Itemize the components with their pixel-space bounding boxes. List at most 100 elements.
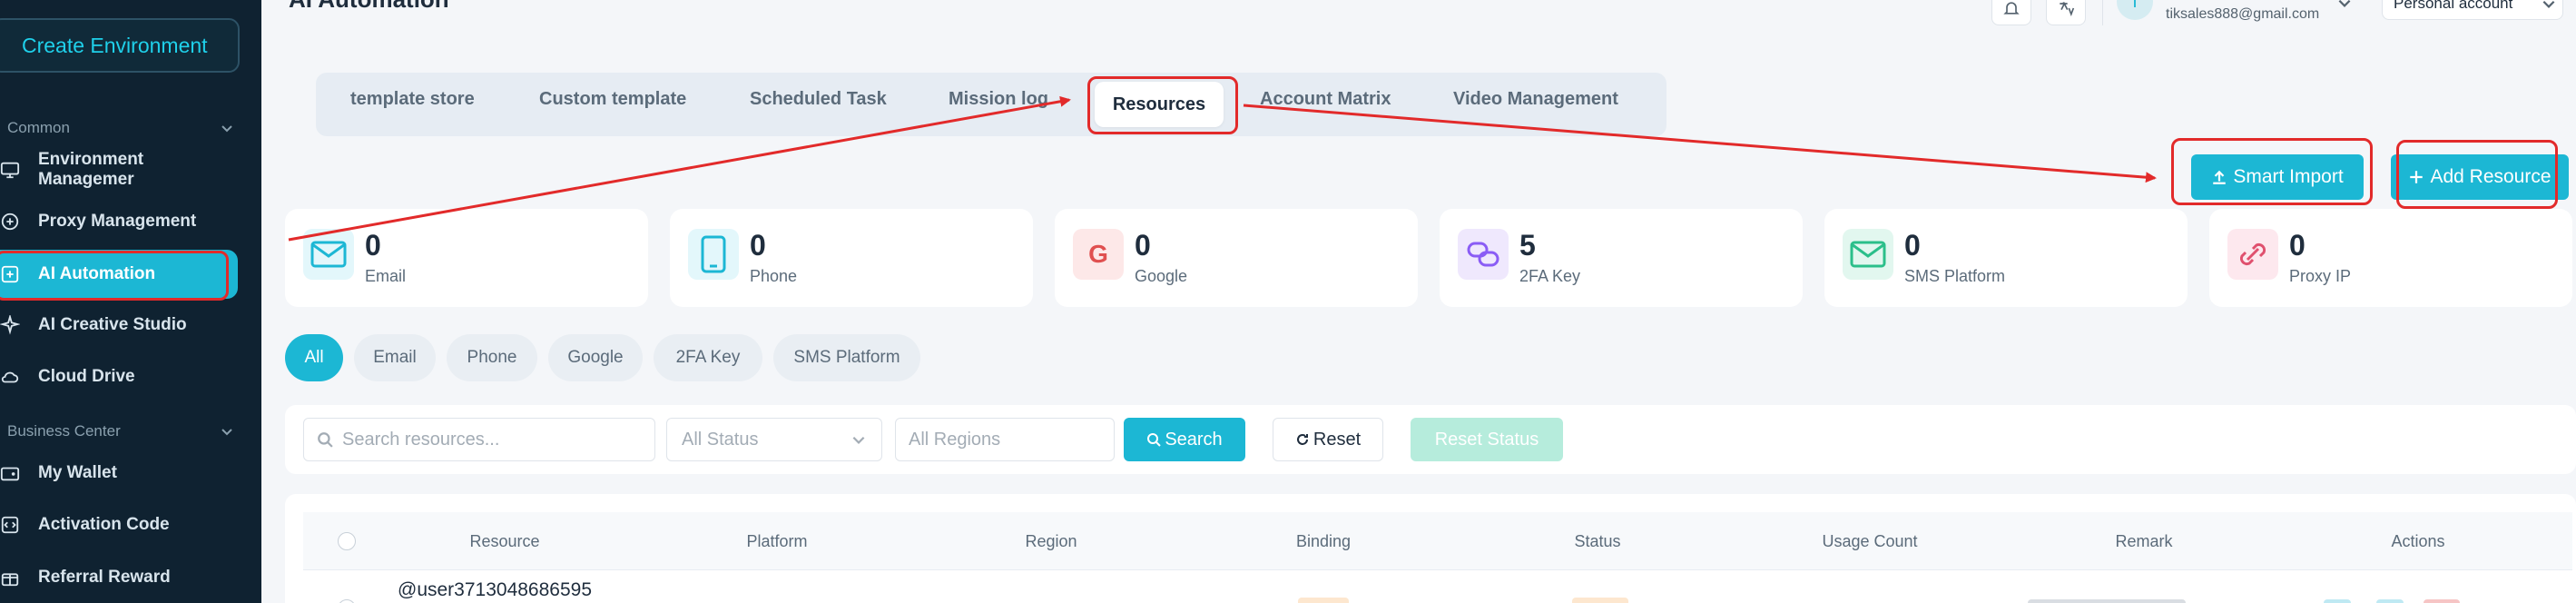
link-icon [1458, 229, 1509, 280]
annotation-box [0, 251, 229, 301]
status-select-value: All Status [682, 429, 759, 450]
row-checkbox[interactable] [338, 599, 356, 603]
sidebar-item-referral-reward[interactable]: Referral Reward [0, 553, 238, 602]
region-placeholder: All Regions [909, 429, 1001, 450]
stat-card-email[interactable]: 0 Email [285, 209, 648, 307]
tab-account-matrix[interactable]: Account Matrix [1260, 89, 1391, 110]
column-header[interactable]: Region [1025, 532, 1077, 551]
section-common[interactable]: Common [7, 114, 234, 142]
reset-button-label: Reset [1313, 429, 1362, 450]
sidebar-item-cloud-drive[interactable]: Cloud Drive [0, 352, 238, 401]
stat-label: Email [365, 267, 407, 285]
mail-icon [303, 229, 354, 280]
filter-pill-sms-platform[interactable]: SMS Platform [773, 334, 920, 381]
stat-card-2fa-key[interactable]: 5 2FA Key [1440, 209, 1803, 307]
search-placeholder: Search resources... [342, 429, 500, 450]
tab-video-management[interactable]: Video Management [1453, 89, 1618, 110]
proxy-ip-icon [2227, 229, 2278, 280]
column-header[interactable]: Status [1574, 532, 1620, 551]
binding-badge [1298, 598, 1349, 603]
reset-status-button[interactable]: Reset Status [1411, 418, 1563, 461]
create-environment-button[interactable]: Create Environment [0, 18, 240, 73]
search-input[interactable]: Search resources... [303, 418, 655, 461]
monitor-icon [0, 162, 20, 179]
sms-icon [1843, 229, 1893, 280]
stat-label: SMS Platform [1904, 267, 2006, 285]
filter-pill-phone[interactable]: Phone [447, 334, 537, 381]
sidebar-item-ai-creative-studio[interactable]: AI Creative Studio [0, 301, 238, 350]
column-header[interactable]: Actions [2391, 532, 2444, 551]
language-icon [2060, 2, 2075, 17]
google-icon: G [1073, 229, 1124, 280]
chevron-down-icon [221, 125, 232, 133]
sidebar-item-proxy[interactable]: Proxy Management [0, 197, 238, 246]
filter-pill-2fa-key[interactable]: 2FA Key [654, 334, 762, 381]
view-action[interactable] [2324, 599, 2351, 603]
filter-pill-email[interactable]: Email [354, 334, 436, 381]
sidebar-item-activation-code[interactable]: Activation Code [0, 500, 238, 549]
sidebar: Create Environment Common Environment Ma… [0, 0, 261, 603]
sidebar-item-label: Referral Reward [38, 568, 171, 587]
language-button[interactable] [2046, 0, 2086, 25]
filter-pill-google[interactable]: Google [548, 334, 643, 381]
bell-icon [2003, 2, 2020, 15]
search-button-label: Search [1165, 429, 1223, 450]
tab-template-store[interactable]: template store [350, 89, 475, 110]
account-switcher[interactable]: Personal account [2382, 0, 2563, 20]
stat-value: 0 [1135, 229, 1151, 262]
region-input[interactable]: All Regions [895, 418, 1115, 461]
stat-card-phone[interactable]: 0 Phone [670, 209, 1033, 307]
stat-card-sms-platform[interactable]: 0 SMS Platform [1824, 209, 2188, 307]
stat-value: 0 [750, 229, 766, 262]
tab-bar: template store Custom template Scheduled… [316, 73, 1667, 136]
search-button[interactable]: Search [1124, 418, 1245, 461]
section-business-center[interactable]: Business Center [7, 418, 234, 445]
refresh-icon [1296, 434, 1308, 445]
sidebar-item-label: Activation Code [38, 515, 170, 534]
avatar[interactable]: T [2117, 0, 2153, 20]
remark-cell [2028, 599, 2186, 603]
column-header[interactable]: Remark [2115, 532, 2172, 551]
edit-action[interactable] [2376, 599, 2404, 603]
sidebar-item-label: Cloud Drive [38, 367, 135, 386]
stat-card-google[interactable]: G 0 Google [1055, 209, 1418, 307]
filter-pill-all[interactable]: All [285, 334, 343, 381]
tab-scheduled-task[interactable]: Scheduled Task [750, 89, 887, 110]
annotation-box [2171, 138, 2373, 205]
column-header[interactable]: Resource [469, 532, 539, 551]
chevron-down-icon[interactable] [2336, 0, 2353, 11]
sidebar-item-label: AI Creative Studio [38, 315, 187, 334]
sidebar-item-my-wallet[interactable]: My Wallet [0, 449, 238, 498]
stat-label: Google [1135, 267, 1188, 285]
page-title: AI Automation [289, 0, 449, 14]
reset-button[interactable]: Reset [1273, 418, 1383, 461]
status-select[interactable]: All Status [666, 418, 882, 461]
sidebar-item-environment[interactable]: Environment Managemer [0, 145, 238, 194]
search-icon [318, 432, 333, 448]
cloud-icon [1, 371, 19, 383]
sparkle-icon [0, 315, 20, 335]
proxy-icon [1, 213, 19, 231]
tab-mission-log[interactable]: Mission log [949, 89, 1048, 110]
column-header[interactable]: Platform [746, 532, 807, 551]
sidebar-item-label: My Wallet [38, 463, 117, 482]
tab-custom-template[interactable]: Custom template [539, 89, 686, 110]
account-label: Personal account [2394, 0, 2513, 12]
table-header: Resource Platform Region Binding Status … [303, 512, 2572, 570]
select-all-checkbox[interactable] [338, 532, 356, 550]
divider [2102, 0, 2103, 25]
resource-table: Resource Platform Region Binding Status … [285, 494, 2576, 603]
delete-action[interactable] [2424, 599, 2460, 603]
column-header[interactable]: Usage Count [1822, 532, 1917, 551]
annotation-box [2396, 140, 2558, 209]
column-header[interactable]: Binding [1296, 532, 1351, 551]
wallet-icon [0, 467, 20, 481]
notifications-button[interactable] [1991, 0, 2031, 25]
filter-panel: Search resources... All Status All Regio… [285, 405, 2576, 474]
stat-label: 2FA Key [1519, 267, 1581, 285]
stat-value: 0 [1904, 229, 1921, 262]
stat-value: 0 [365, 229, 381, 262]
gift-icon [1, 573, 19, 587]
status-badge [1572, 598, 1628, 603]
stat-card-proxy-ip[interactable]: 0 Proxy IP [2209, 209, 2572, 307]
